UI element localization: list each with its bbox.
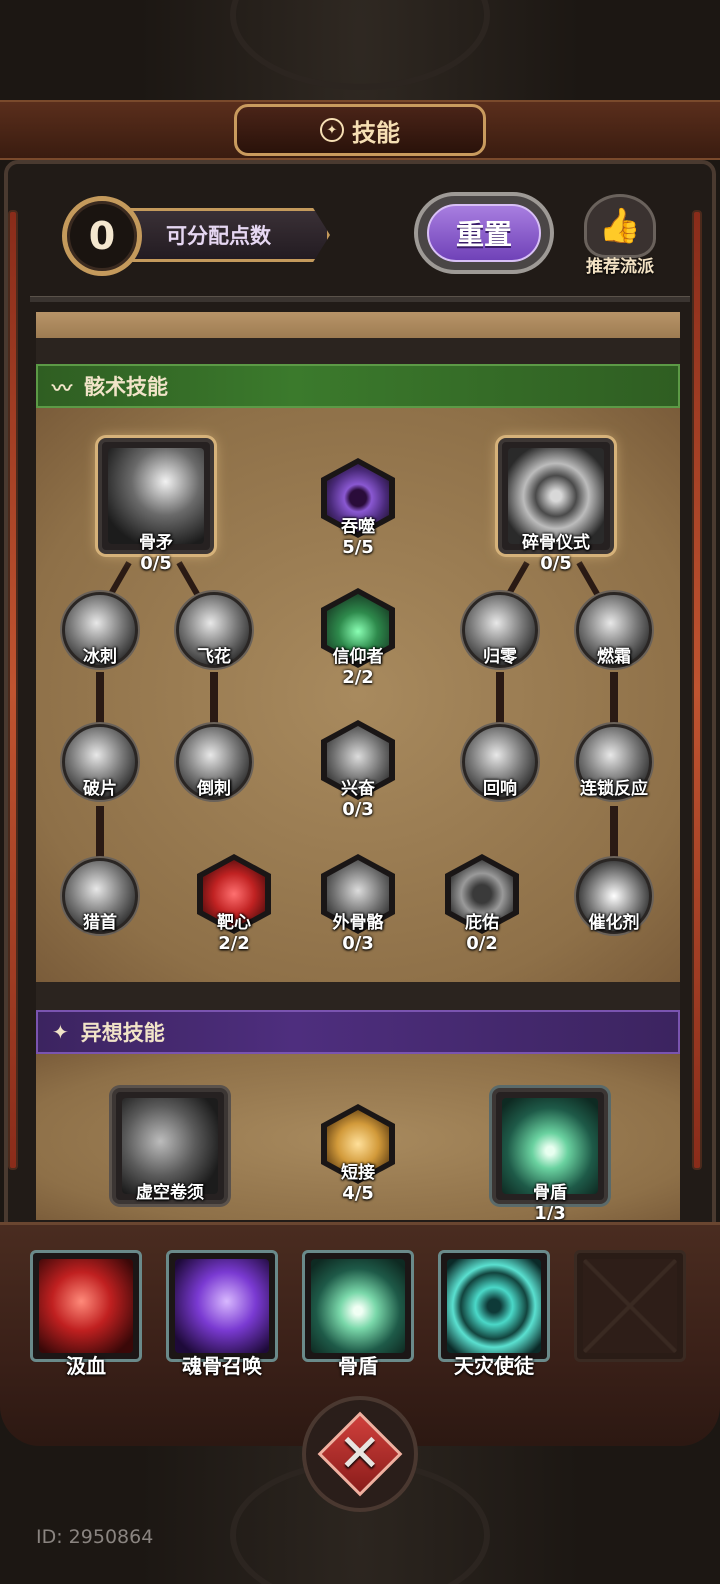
close-icon: ✕: [317, 1411, 403, 1497]
recommend-label: 推荐流派: [586, 257, 654, 277]
skill-node-bone-ritual[interactable]: 碎骨仪式 0/5: [498, 438, 614, 574]
skill-node-catalyst[interactable]: 催化剂: [576, 858, 652, 934]
plague-apostle-icon: [447, 1259, 541, 1353]
equipped-slot-label: 魂骨召唤: [182, 1354, 262, 1378]
equipped-slot-1[interactable]: [30, 1250, 142, 1362]
connector-line: [96, 672, 104, 724]
skill-node-believer[interactable]: 信仰者 2/2: [321, 588, 395, 688]
skill-node-bullseye[interactable]: 靶心 2/2: [197, 854, 271, 954]
connector-line: [610, 672, 618, 724]
blood-drain-icon: [39, 1259, 133, 1353]
connector-line: [610, 806, 618, 858]
skill-node-ice-thorn[interactable]: 冰刺: [62, 592, 138, 668]
skill-node-return-zero[interactable]: 归零: [462, 592, 538, 668]
skill-node-fragment[interactable]: 破片: [62, 724, 138, 800]
star-icon: ✦: [52, 1020, 69, 1044]
points-label: 可分配点数: [166, 224, 271, 248]
skill-node-hunting-head[interactable]: 猎首: [62, 858, 138, 934]
connector-line: [496, 672, 504, 724]
parchment-top-strip: [36, 312, 680, 338]
bone-section-icon: 〰: [52, 375, 72, 400]
points-counter: 0: [62, 196, 142, 276]
section-header-bone: 〰 骸术技能: [36, 364, 680, 408]
skill-node-exoskeleton[interactable]: 外骨骼 0/3: [321, 854, 395, 954]
empty-slot-icon: [583, 1259, 677, 1353]
frame-left-rail: [8, 210, 18, 1170]
skill-node-bone-shield[interactable]: 骨盾 1/3: [492, 1088, 608, 1220]
skill-node-void-tendril[interactable]: 虚空卷须: [112, 1088, 228, 1204]
section-header-fancy: ✦ 异想技能: [36, 1010, 680, 1054]
connector-line: [96, 806, 104, 858]
soul-bone-summon-icon: [175, 1259, 269, 1353]
player-id: ID: 2950864: [36, 1526, 154, 1548]
pentagram-icon: ✦: [320, 118, 344, 142]
skill-node-flying-flower[interactable]: 飞花: [176, 592, 252, 668]
equipped-slot-empty[interactable]: [574, 1250, 686, 1362]
points-bar: 可分配点数: [120, 208, 330, 262]
equipped-slot-3[interactable]: [302, 1250, 414, 1362]
equipped-slot-label: 汲血: [66, 1354, 106, 1378]
equipped-slot-label: 天灾使徒: [454, 1354, 534, 1378]
recommend-build-button[interactable]: 👍 推荐流派: [576, 194, 664, 280]
skill-node-burning-frost[interactable]: 燃霜: [576, 592, 652, 668]
skill-node-bone-spear[interactable]: 骨矛 0/5: [98, 438, 214, 574]
skill-node-devour[interactable]: 吞噬 5/5: [321, 458, 395, 558]
section-title: 骸术技能: [84, 375, 168, 399]
page-title: 技能: [352, 118, 400, 147]
equipped-slot-4[interactable]: [438, 1250, 550, 1362]
connector-line: [210, 672, 218, 724]
skill-node-short-connect[interactable]: 短接 4/5: [321, 1104, 395, 1204]
title-plate: ✦ 技能: [234, 104, 486, 156]
skill-node-barb[interactable]: 倒刺: [176, 724, 252, 800]
close-button[interactable]: ✕: [302, 1396, 418, 1512]
reset-button-label: 重置: [427, 204, 541, 262]
equipped-slot-label: 骨盾: [338, 1354, 378, 1378]
skill-node-echo[interactable]: 回响: [462, 724, 538, 800]
skill-node-chain-reaction[interactable]: 连锁反应: [576, 724, 652, 800]
skill-node-blessing[interactable]: 庇佑 0/2: [445, 854, 519, 954]
thumbs-up-icon: 👍: [584, 194, 656, 258]
equipped-slot-2[interactable]: [166, 1250, 278, 1362]
reset-button[interactable]: 重置: [414, 192, 554, 274]
section-title: 异想技能: [80, 1021, 165, 1045]
skill-tree-scroll-area[interactable]: 〰 骸术技能 骨矛 0/5 吞噬 5/5 碎骨仪式 0/5 冰刺 飞花 信仰者 …: [36, 312, 680, 1220]
skill-node-excitement[interactable]: 兴奋 0/3: [321, 720, 395, 820]
bone-shield-icon: [311, 1259, 405, 1353]
frame-right-rail: [692, 210, 702, 1170]
header-divider: [30, 296, 690, 302]
